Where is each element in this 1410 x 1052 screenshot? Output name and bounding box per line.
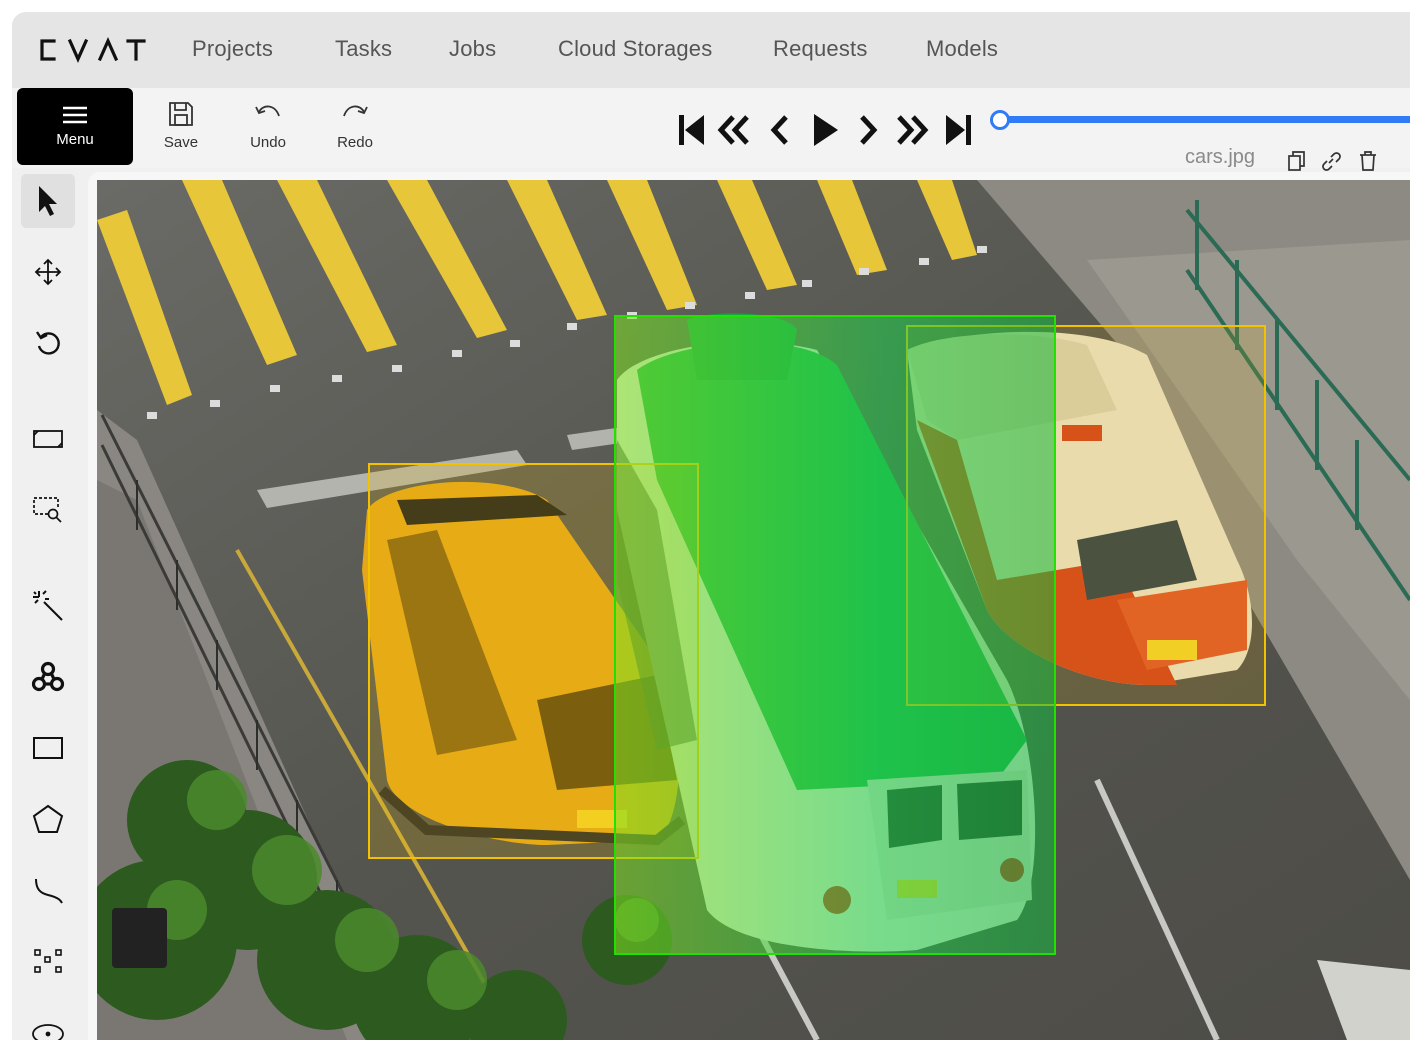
points-tool[interactable]	[21, 934, 75, 988]
copy-icon[interactable]	[1286, 150, 1308, 172]
ellipse-tool[interactable]	[21, 1005, 75, 1040]
zoom-region-icon	[33, 497, 62, 523]
previous-frame-icon[interactable]	[762, 110, 798, 150]
polygon-tool[interactable]	[21, 792, 75, 846]
ai-tools-icon	[31, 661, 65, 692]
cursor-icon	[39, 186, 57, 216]
nav-models[interactable]: Models	[926, 36, 998, 62]
first-frame-icon[interactable]	[676, 110, 712, 150]
frame-slider-thumb[interactable]	[990, 110, 1010, 130]
move-tool[interactable]	[21, 245, 75, 299]
move-icon	[34, 258, 62, 286]
polyline-tool[interactable]	[21, 863, 75, 917]
next-frame-icon[interactable]	[850, 110, 886, 150]
save-button[interactable]: Save	[146, 100, 216, 160]
fit-image-tool[interactable]	[21, 412, 75, 466]
play-icon[interactable]	[806, 110, 842, 150]
redo-icon	[343, 105, 368, 117]
annotation-toolbar: Menu Save Undo Redo cars.jpg	[12, 88, 1410, 171]
points-icon	[34, 949, 62, 973]
street-photo	[97, 180, 1410, 1040]
cvat-logo[interactable]	[36, 36, 146, 64]
frame-filename: cars.jpg	[1185, 146, 1256, 168]
rotate-icon	[36, 331, 60, 355]
link-icon[interactable]	[1320, 150, 1342, 172]
delete-icon[interactable]	[1357, 150, 1379, 172]
magic-wand-tool[interactable]	[21, 579, 75, 633]
rotate-tool[interactable]	[21, 316, 75, 370]
top-navigation: Projects Tasks Jobs Cloud Storages Reque…	[12, 12, 1410, 88]
menu-button[interactable]: Menu	[17, 88, 133, 165]
undo-icon	[255, 105, 280, 117]
ai-tools-tool[interactable]	[21, 650, 75, 704]
nav-jobs[interactable]: Jobs	[449, 36, 496, 62]
redo-label: Redo	[337, 134, 373, 151]
undo-button[interactable]: Undo	[233, 100, 303, 160]
zoom-region-tool[interactable]	[21, 483, 75, 537]
bbox-green-minibus[interactable]	[614, 315, 1056, 955]
hamburger-icon	[63, 106, 87, 124]
polyline-icon	[35, 878, 63, 904]
fast-backward-icon[interactable]	[716, 110, 752, 150]
ellipse-icon	[32, 1024, 64, 1040]
rectangle-tool[interactable]	[21, 721, 75, 775]
nav-cloud-storages[interactable]: Cloud Storages	[558, 36, 712, 62]
fit-image-icon	[33, 430, 63, 448]
menu-label: Menu	[56, 131, 94, 148]
cursor-tool[interactable]	[21, 174, 75, 228]
undo-label: Undo	[250, 134, 286, 151]
tools-sidebar	[12, 168, 84, 1040]
rectangle-icon	[33, 737, 63, 759]
redo-button[interactable]: Redo	[320, 100, 390, 160]
magic-wand-icon	[33, 590, 63, 621]
nav-tasks[interactable]: Tasks	[335, 36, 392, 62]
save-icon	[169, 102, 193, 126]
nav-projects[interactable]: Projects	[192, 36, 273, 62]
nav-requests[interactable]: Requests	[773, 36, 868, 62]
frame-slider-track[interactable]	[1002, 116, 1410, 123]
last-frame-icon[interactable]	[938, 110, 974, 150]
polygon-icon	[32, 804, 64, 833]
save-label: Save	[163, 134, 199, 151]
fast-forward-icon[interactable]	[894, 110, 930, 150]
annotation-canvas[interactable]	[97, 180, 1410, 1040]
